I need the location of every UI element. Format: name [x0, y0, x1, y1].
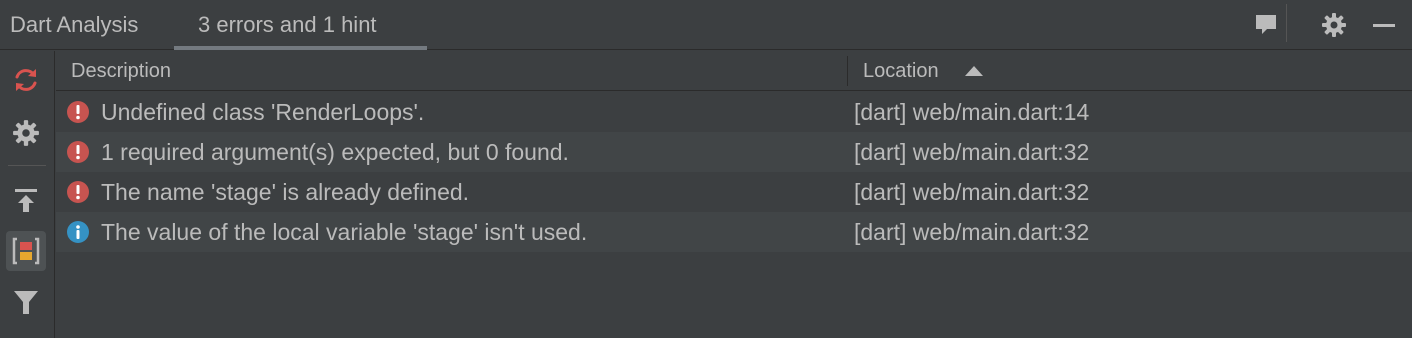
error-icon	[67, 181, 89, 203]
problem-location: [dart] web/main.dart:32	[854, 139, 1090, 165]
header-actions	[1242, 0, 1412, 50]
filter-icon	[14, 291, 38, 314]
minimize-icon	[1373, 24, 1395, 27]
filter-button[interactable]	[6, 282, 46, 322]
minimize-button[interactable]	[1368, 9, 1400, 41]
column-resize-handle[interactable]	[847, 56, 848, 86]
toolbar-separator	[8, 165, 46, 166]
error-icon	[67, 101, 89, 123]
export-button[interactable]	[6, 180, 46, 220]
problem-description: 1 required argument(s) expected, but 0 f…	[101, 139, 569, 165]
table-row[interactable]: Undefined class 'RenderLoops'. [dart] web…	[56, 92, 1412, 132]
problem-location: [dart] web/main.dart:32	[854, 219, 1090, 245]
tool-window-title: Dart Analysis	[10, 12, 139, 37]
group-by-severity-toggle[interactable]	[6, 231, 46, 271]
table-row[interactable]: The name 'stage' is already defined. [dar…	[56, 172, 1412, 212]
tab-errors-summary[interactable]: 3 errors and 1 hint	[174, 0, 427, 50]
tool-window-header: Dart Analysis 3 errors and 1 hint	[0, 0, 1412, 50]
left-toolbar	[0, 51, 55, 338]
problems-table: Description Location Undefined class 'Re…	[56, 51, 1412, 338]
gear-icon	[1322, 13, 1346, 37]
tab-label: 3 errors and 1 hint	[198, 12, 377, 37]
problem-description: The value of the local variable 'stage' …	[101, 219, 588, 245]
group-by-severity-icon	[12, 237, 40, 265]
sort-ascending-icon	[965, 66, 983, 76]
info-icon	[67, 221, 89, 243]
refresh-button[interactable]	[6, 60, 46, 100]
problem-location: [dart] web/main.dart:32	[854, 179, 1090, 205]
refresh-icon	[15, 69, 37, 91]
problem-location: [dart] web/main.dart:14	[854, 99, 1090, 125]
table-header: Description Location	[56, 51, 1412, 91]
error-icon	[67, 141, 89, 163]
feedback-button[interactable]	[1250, 9, 1282, 41]
header-separator	[1286, 4, 1287, 42]
gear-icon	[13, 120, 39, 146]
problem-description: Undefined class 'RenderLoops'.	[101, 99, 425, 125]
table-row[interactable]: The value of the local variable 'stage' …	[56, 212, 1412, 252]
settings-button[interactable]	[1318, 9, 1350, 41]
tab-selected-indicator	[174, 46, 427, 50]
column-header-location[interactable]: Location	[863, 60, 939, 83]
upload-icon	[15, 189, 37, 212]
problem-description: The name 'stage' is already defined.	[101, 179, 470, 205]
table-body: Undefined class 'RenderLoops'. [dart] web…	[56, 92, 1412, 252]
table-row[interactable]: 1 required argument(s) expected, but 0 f…	[56, 132, 1412, 172]
analysis-settings-button[interactable]	[6, 113, 46, 153]
column-header-description[interactable]: Description	[71, 60, 171, 83]
comment-icon	[1256, 15, 1276, 34]
